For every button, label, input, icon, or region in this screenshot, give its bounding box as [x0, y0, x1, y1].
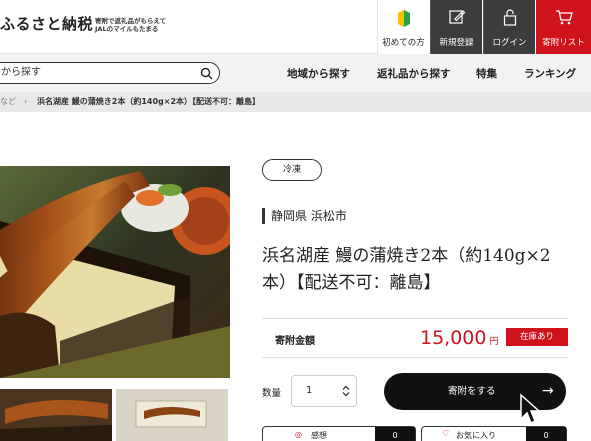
donation-price: 15,000 円: [420, 327, 499, 349]
frozen-tag: 冷凍: [262, 159, 322, 181]
login-label: ログイン: [492, 38, 527, 48]
donation-list-label: 寄附リスト: [542, 38, 585, 48]
tagline-line-1: 寄附で返礼品がもらえて: [95, 17, 167, 25]
quantity-value: 1: [306, 385, 313, 396]
donation-list-button[interactable]: 寄附リスト: [536, 0, 591, 54]
login-button[interactable]: ログイン: [483, 0, 535, 54]
site-tagline: 寄附で返礼品がもらえて JALのマイルもたまる: [95, 17, 166, 33]
product-main-image[interactable]: [0, 166, 230, 378]
quantity-label: 数量: [262, 388, 282, 399]
support-button[interactable]: ◎ 感想 0: [262, 426, 416, 441]
breadcrumb: など › 浜名湖産 鰻の蒲焼き2本（約140g×2本）【配送不可：離島】: [0, 92, 591, 112]
signup-button[interactable]: 新規登録: [430, 0, 482, 54]
tagline-line-2: JALのマイルもたまる: [95, 25, 159, 33]
support-label: 感想: [311, 431, 327, 440]
lock-icon: [503, 9, 516, 26]
donate-label: 寄附をする: [448, 386, 496, 397]
heart-icon: ♡: [442, 429, 450, 438]
product-title-line-1: 浜名湖産 鰻の蒲焼き2本（約140g×2: [262, 246, 551, 266]
register-icon: [448, 10, 465, 24]
site-logo[interactable]: ふるさと納税: [0, 13, 93, 34]
product-title: 浜名湖産 鰻の蒲焼き2本（約140g×2 本）【配送不可：離島】: [262, 243, 582, 297]
search-input[interactable]: から探す: [0, 62, 220, 84]
beginners-label: 初めての方: [382, 38, 425, 48]
stepper-arrows-icon: [342, 385, 350, 397]
quantity-select[interactable]: 1: [291, 375, 357, 407]
favorite-button[interactable]: ♡ お気に入り 0: [421, 426, 567, 441]
site-header: ふるさと納税 寄附で返礼品がもらえて JALのマイルもたまる 初めての方 新規登…: [0, 0, 591, 54]
breadcrumb-prev[interactable]: など ›: [0, 92, 27, 112]
price-currency: 円: [489, 337, 499, 347]
product-thumbnail-1[interactable]: [0, 389, 112, 441]
price-value: 15,000: [420, 327, 487, 349]
nav-region[interactable]: 地域から探す: [287, 66, 350, 81]
search-icon[interactable]: [200, 67, 213, 80]
favorite-label: お気に入り: [456, 431, 496, 440]
breadcrumb-current: 浜名湖産 鰻の蒲焼き2本（約140g×2本）【配送不可：離島】: [37, 97, 261, 106]
donation-amount-label: 寄附金額: [275, 336, 315, 347]
mouse-cursor-icon: [520, 393, 541, 425]
donation-amount-row: 寄附金額 15,000 円 在庫あり: [262, 318, 568, 358]
beginner-mark-icon: [397, 10, 410, 27]
favorite-count: 0: [526, 427, 566, 441]
support-icon: ◎: [295, 430, 302, 439]
stock-badge: 在庫あり: [506, 328, 568, 346]
nav-gifts[interactable]: 返礼品から探す: [377, 66, 451, 81]
signup-label: 新規登録: [439, 38, 474, 48]
product-location[interactable]: 静岡県 浜松市: [262, 208, 347, 224]
support-count: 0: [375, 427, 415, 441]
beginners-button[interactable]: 初めての方: [377, 0, 429, 54]
nav-features[interactable]: 特集: [476, 66, 497, 81]
cart-icon: [555, 10, 573, 25]
product-thumbnail-2[interactable]: [116, 389, 228, 441]
product-title-line-2: 本）【配送不可：離島】: [262, 273, 441, 293]
nav-ranking[interactable]: ランキング: [524, 66, 576, 81]
